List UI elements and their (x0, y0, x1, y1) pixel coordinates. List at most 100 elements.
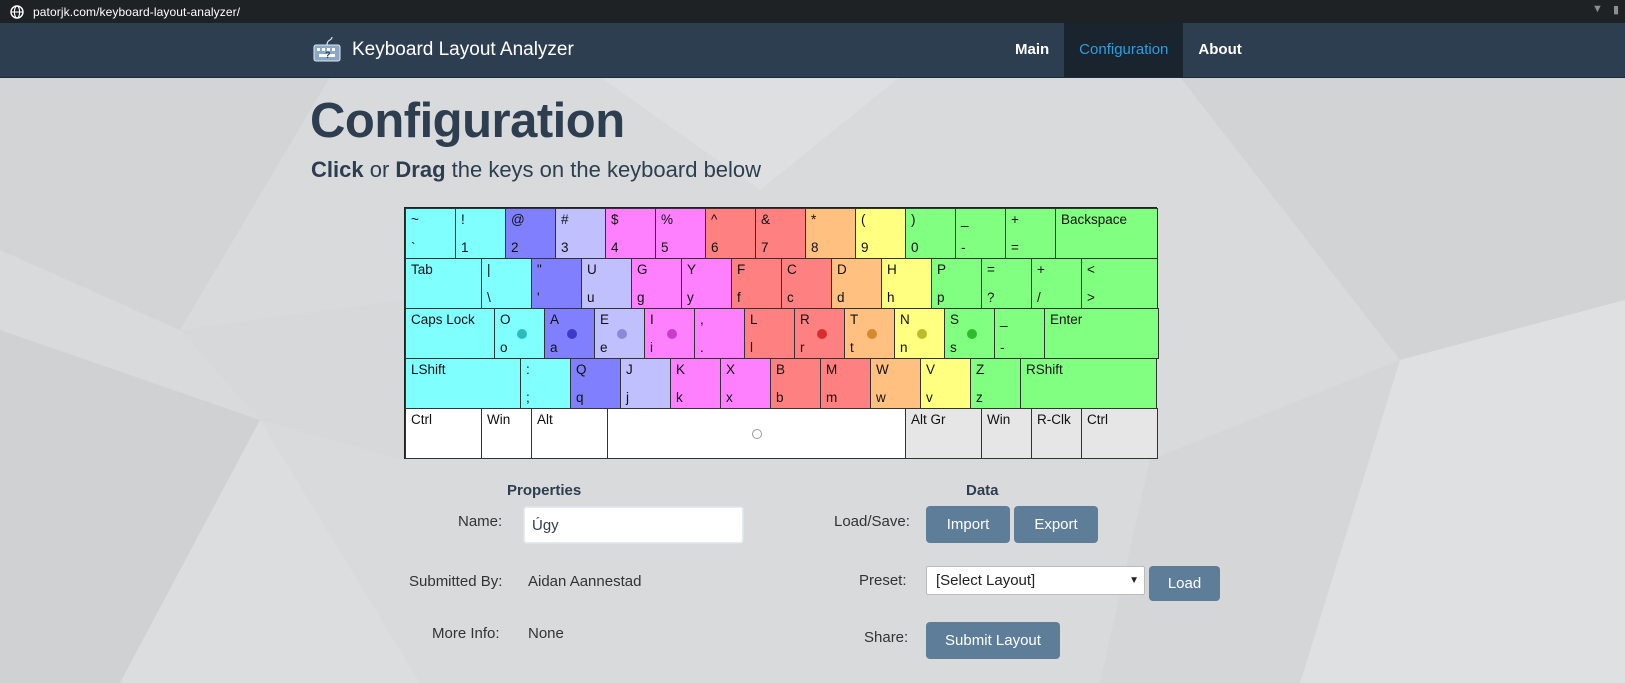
key-4-0[interactable]: Ctrl (405, 408, 482, 459)
key-4-1[interactable]: Win (481, 408, 532, 459)
brand-title[interactable]: Keyboard Layout Analyzer (352, 39, 574, 61)
key-2-2[interactable]: Aa (544, 308, 595, 359)
key-0-3[interactable]: #3 (555, 208, 606, 259)
key-0-13[interactable]: Backspace (1055, 208, 1158, 259)
key-3-10[interactable]: Zz (970, 358, 1021, 409)
home-key-marker-icon (867, 329, 877, 339)
key-bottom-label: x (726, 390, 733, 405)
key-bottom-label: h (887, 290, 895, 305)
key-bottom-label: 6 (711, 240, 719, 255)
key-1-7[interactable]: Cc (781, 258, 832, 309)
key-3-8[interactable]: Ww (870, 358, 921, 409)
key-4-6[interactable]: R-Clk (1031, 408, 1082, 459)
key-0-8[interactable]: * 8 (805, 208, 856, 259)
key-2-3[interactable]: Ee (594, 308, 645, 359)
more-info-value: None (528, 625, 564, 642)
key-top-label: + (1037, 262, 1045, 277)
key-3-9[interactable]: Vv (920, 358, 971, 409)
key-1-9[interactable]: Hh (881, 258, 932, 309)
url-text[interactable]: patorjk.com/keyboard-layout-analyzer/ (33, 5, 240, 19)
key-1-13[interactable]: < > (1081, 258, 1158, 309)
key-0-10[interactable]: ) 0 (905, 208, 956, 259)
key-2-1[interactable]: Oo (494, 308, 545, 359)
key-top-label: U (587, 262, 597, 277)
key-2-7[interactable]: Rr (794, 308, 845, 359)
key-0-0[interactable]: ~ ` (405, 208, 456, 259)
home-key-marker-icon (667, 329, 677, 339)
key-3-2[interactable]: Qq (570, 358, 621, 409)
key-1-3[interactable]: Uu (581, 258, 632, 309)
key-0-4[interactable]: $4 (605, 208, 656, 259)
key-0-2[interactable]: @2 (505, 208, 556, 259)
preset-select[interactable]: [Select Layout] ▼ (926, 566, 1145, 595)
key-0-9[interactable]: (9 (855, 208, 906, 259)
key-0-11[interactable]: _ - (955, 208, 1006, 259)
home-key-marker-icon (567, 329, 577, 339)
key-2-12[interactable]: Enter (1044, 308, 1159, 359)
key-1-10[interactable]: Pp (931, 258, 982, 309)
key-1-8[interactable]: Dd (831, 258, 882, 309)
key-1-12[interactable]: + / (1031, 258, 1082, 309)
key-0-6[interactable]: ^ 6 (705, 208, 756, 259)
key-top-label: _ (961, 212, 969, 227)
key-2-6[interactable]: Ll (744, 308, 795, 359)
key-3-4[interactable]: Kk (670, 358, 721, 409)
key-4-3[interactable] (607, 408, 906, 459)
key-2-0[interactable]: Caps Lock (405, 308, 495, 359)
load-save-label: Load/Save: (834, 513, 910, 530)
import-button[interactable]: Import (926, 506, 1010, 543)
key-bottom-label: / (1037, 290, 1041, 305)
bookmark-icon[interactable]: ▮ (1613, 3, 1619, 16)
key-2-11[interactable]: _ - (994, 308, 1045, 359)
key-0-5[interactable]: % 5 (655, 208, 706, 259)
name-input[interactable] (523, 506, 744, 544)
key-0-1[interactable]: ! 1 (455, 208, 506, 259)
key-bottom-label: 1 (461, 240, 469, 255)
key-top-label: _ (1000, 312, 1008, 327)
nav-configuration[interactable]: Configuration (1064, 23, 1184, 77)
key-2-8[interactable]: Tt (844, 308, 895, 359)
key-1-2[interactable]: " ' (531, 258, 582, 309)
key-bottom-label: t (850, 340, 854, 355)
dropdown-arrow-icon[interactable]: ▼ (1592, 3, 1603, 16)
key-3-1[interactable]: :; (520, 358, 571, 409)
key-3-7[interactable]: Mm (820, 358, 871, 409)
key-3-3[interactable]: Jj (620, 358, 671, 409)
key-top-label: F (737, 262, 746, 277)
key-1-11[interactable]: =? (981, 258, 1032, 309)
key-4-4[interactable]: Alt Gr (905, 408, 982, 459)
key-2-5[interactable]: ,. (694, 308, 745, 359)
key-3-6[interactable]: Bb (770, 358, 821, 409)
key-top-label: V (926, 362, 936, 377)
chevron-down-icon: ▼ (1129, 575, 1139, 586)
key-bottom-label: q (576, 390, 584, 405)
nav-main[interactable]: Main (1000, 23, 1064, 77)
browser-url-bar[interactable]: patorjk.com/keyboard-layout-analyzer/ ▼ … (0, 0, 1625, 23)
key-1-0[interactable]: Tab (405, 258, 482, 309)
key-4-7[interactable]: Ctrl (1081, 408, 1158, 459)
key-1-1[interactable]: | \ (481, 258, 532, 309)
submit-layout-button[interactable]: Submit Layout (926, 622, 1060, 659)
brand[interactable]: ? Keyboard Layout Analyzer (312, 33, 574, 67)
key-top-label: O (500, 312, 511, 327)
load-button[interactable]: Load (1149, 566, 1220, 601)
key-4-5[interactable]: Win (981, 408, 1032, 459)
key-bottom-label: 5 (661, 240, 669, 255)
key-1-4[interactable]: Gg (631, 258, 682, 309)
key-top-label: R (800, 312, 810, 327)
key-3-0[interactable]: LShift (405, 358, 521, 409)
key-2-4[interactable]: Ii (644, 308, 695, 359)
key-3-5[interactable]: Xx (720, 358, 771, 409)
key-bottom-label: g (637, 290, 645, 305)
key-4-2[interactable]: Alt (531, 408, 608, 459)
key-3-11[interactable]: RShift (1020, 358, 1157, 409)
key-1-6[interactable]: Ff (731, 258, 782, 309)
key-2-9[interactable]: Nn (894, 308, 945, 359)
nav-about[interactable]: About (1183, 23, 1256, 77)
key-2-10[interactable]: Ss (944, 308, 995, 359)
key-0-12[interactable]: + = (1005, 208, 1056, 259)
export-button[interactable]: Export (1014, 506, 1098, 543)
key-0-7[interactable]: & 7 (755, 208, 806, 259)
keyboard[interactable]: ~ `! 1 @2 #3 $4% 5 ^ 6 & 7 * 8(9) 0 _ - + = Backspace Tab | \… (404, 207, 1159, 459)
key-1-5[interactable]: Yy (681, 258, 732, 309)
